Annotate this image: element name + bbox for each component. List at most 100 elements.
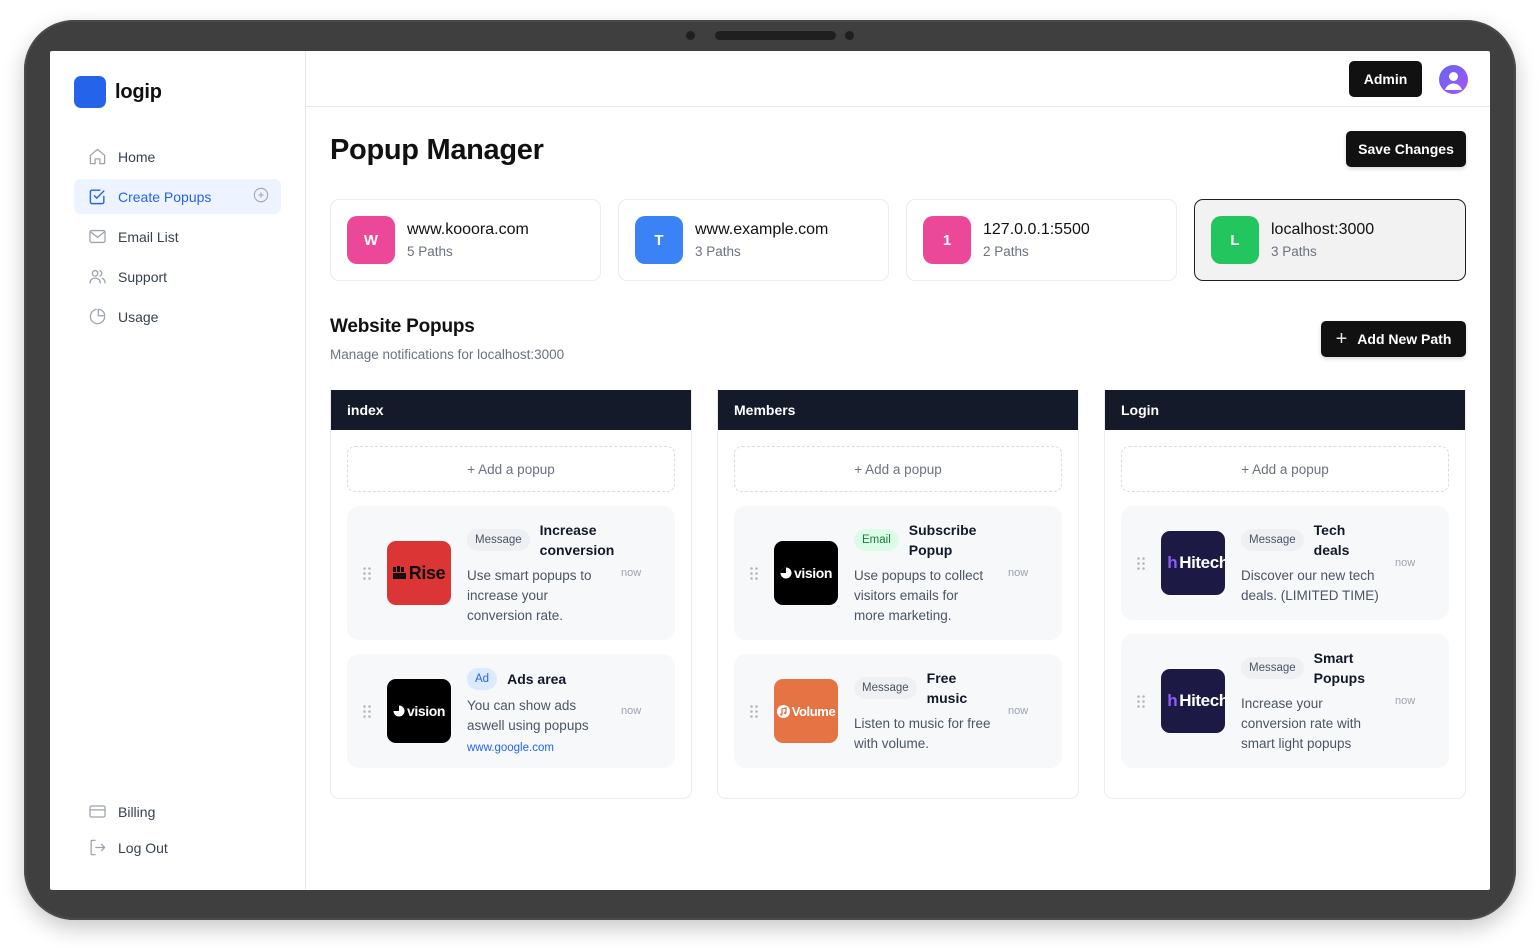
popup-title: Smart Popups bbox=[1313, 650, 1366, 686]
popup-card[interactable]: h Hitech Message Tech deals Discover our … bbox=[1121, 506, 1449, 620]
popup-type-tag: Ad bbox=[467, 668, 498, 690]
popup-body: Message Tech deals Discover our new tech… bbox=[1241, 520, 1379, 606]
popup-card[interactable]: vision Email Subscribe Popup Use popups … bbox=[734, 506, 1062, 640]
save-changes-button[interactable]: Save Changes bbox=[1346, 131, 1466, 167]
website-card[interactable]: T www.example.com 3 Paths bbox=[618, 199, 889, 281]
popup-body: Message Smart Popups Increase your conve… bbox=[1241, 648, 1379, 754]
path-column: Members + Add a popup vision Email Subsc… bbox=[717, 390, 1079, 799]
app-screen: logip Home Create Popups Email List Supp… bbox=[50, 51, 1490, 890]
speaker-grille bbox=[715, 31, 836, 40]
plus-circle-icon[interactable] bbox=[253, 187, 269, 206]
popup-body: Message Increase conversion Use smart po… bbox=[467, 520, 614, 626]
sidebar-nav: Home Create Popups Email List Support Us… bbox=[74, 139, 281, 339]
site-info: www.example.com 3 Paths bbox=[695, 221, 828, 259]
popup-card[interactable]: Volume Message Free music Listen to musi… bbox=[734, 654, 1062, 768]
popup-link[interactable]: www.google.com bbox=[467, 742, 605, 754]
column-header[interactable]: Members bbox=[718, 390, 1078, 430]
main-content: Admin Popup Manager Save Changes W www.k… bbox=[306, 51, 1490, 890]
credit-card-icon bbox=[87, 802, 107, 822]
sidebar-item-label: Email List bbox=[118, 228, 179, 245]
user-avatar-icon[interactable] bbox=[1439, 65, 1468, 94]
sidebar-item-usage[interactable]: Usage bbox=[74, 299, 281, 334]
drag-handle-icon[interactable] bbox=[347, 704, 387, 718]
site-path-count: 2 Paths bbox=[983, 244, 1029, 259]
add-new-path-button[interactable]: + Add New Path bbox=[1321, 321, 1466, 357]
popup-title: Subscribe Popup bbox=[908, 522, 977, 558]
popup-body: Ad Ads area You can show ads aswell usin… bbox=[467, 668, 605, 754]
site-name: localhost:3000 bbox=[1271, 221, 1375, 238]
popup-card[interactable]: vision Ad Ads area You can show ads aswe… bbox=[347, 654, 675, 768]
popup-time: now bbox=[1395, 557, 1416, 569]
website-list: W www.kooora.com 5 Paths T www.example.c… bbox=[330, 199, 1466, 281]
sidebar-item-support[interactable]: Support bbox=[74, 259, 281, 294]
add-popup-button[interactable]: + Add a popup bbox=[734, 446, 1062, 492]
sidebar-item-label: Create Popups bbox=[118, 188, 212, 205]
website-card[interactable]: W www.kooora.com 5 Paths bbox=[330, 199, 601, 281]
plus-icon: + bbox=[1335, 328, 1348, 350]
popup-title: Increase conversion bbox=[539, 522, 615, 558]
sidebar-item-label: Home bbox=[118, 148, 156, 165]
site-initial-badge: 1 bbox=[923, 216, 971, 264]
popup-brand-logo: vision bbox=[774, 541, 838, 605]
popup-type-tag: Message bbox=[467, 529, 530, 551]
sidebar-item-create-popups[interactable]: Create Popups bbox=[74, 179, 281, 214]
camera-dot bbox=[686, 31, 695, 40]
sidebar-item-label: Support bbox=[118, 268, 168, 285]
site-name: www.kooora.com bbox=[407, 221, 529, 238]
popup-type-tag: Message bbox=[1241, 529, 1304, 551]
popup-body: Email Subscribe Popup Use popups to coll… bbox=[854, 520, 992, 626]
popup-time: now bbox=[1008, 705, 1029, 717]
sidebar: logip Home Create Popups Email List Supp… bbox=[50, 51, 306, 890]
website-card[interactable]: L localhost:3000 3 Paths bbox=[1194, 199, 1466, 281]
sidebar-item-billing[interactable]: Billing bbox=[74, 794, 281, 829]
popup-body: Message Free music Listen to music for f… bbox=[854, 668, 992, 754]
column-header[interactable]: index bbox=[331, 390, 691, 430]
site-path-count: 3 Paths bbox=[1271, 244, 1317, 259]
popup-description: Increase your conversion rate with smart… bbox=[1241, 696, 1362, 751]
mail-icon bbox=[87, 227, 107, 247]
popup-type-tag: Message bbox=[1241, 657, 1304, 679]
checkbox-icon bbox=[87, 187, 107, 207]
sidebar-item-logout[interactable]: Log Out bbox=[74, 830, 281, 865]
top-bar: Admin bbox=[306, 51, 1490, 107]
sidebar-item-home[interactable]: Home bbox=[74, 139, 281, 174]
add-popup-button[interactable]: + Add a popup bbox=[1121, 446, 1449, 492]
popup-card[interactable]: h Hitech Message Smart Popups Increase yo… bbox=[1121, 634, 1449, 768]
drag-handle-icon[interactable] bbox=[734, 704, 774, 718]
website-card[interactable]: 1 127.0.0.1:5500 2 Paths bbox=[906, 199, 1177, 281]
popup-time: now bbox=[1395, 695, 1416, 707]
admin-button[interactable]: Admin bbox=[1349, 61, 1422, 97]
camera-dot bbox=[845, 31, 854, 40]
site-path-count: 5 Paths bbox=[407, 244, 453, 259]
popup-description: Use smart popups to increase your conver… bbox=[467, 568, 592, 623]
drag-handle-icon[interactable] bbox=[347, 566, 387, 580]
site-path-count: 3 Paths bbox=[695, 244, 741, 259]
sidebar-item-email-list[interactable]: Email List bbox=[74, 219, 281, 254]
column-header[interactable]: Login bbox=[1105, 390, 1465, 430]
sidebar-item-label: Usage bbox=[118, 308, 159, 325]
sidebar-item-label: Billing bbox=[118, 803, 156, 820]
add-new-path-label: Add New Path bbox=[1357, 331, 1452, 347]
section-title: Website Popups bbox=[330, 316, 475, 337]
users-icon bbox=[87, 267, 107, 287]
popup-title: Ads area bbox=[507, 671, 567, 687]
sidebar-bottom-nav: Billing Log Out bbox=[74, 794, 281, 866]
popup-type-tag: Message bbox=[854, 677, 917, 699]
drag-handle-icon[interactable] bbox=[1121, 694, 1161, 708]
popup-description: You can show ads aswell using popups bbox=[467, 698, 589, 733]
drag-handle-icon[interactable] bbox=[734, 566, 774, 580]
site-info: localhost:3000 3 Paths bbox=[1271, 221, 1374, 259]
popup-card[interactable]: Rise Message Increase conversion Use sma… bbox=[347, 506, 675, 640]
popup-brand-logo: Rise bbox=[387, 541, 451, 605]
site-name: www.example.com bbox=[695, 221, 829, 238]
device-frame: logip Home Create Popups Email List Supp… bbox=[24, 20, 1516, 920]
popup-type-tag: Email bbox=[854, 529, 899, 551]
popup-brand-logo: h Hitech bbox=[1161, 669, 1225, 733]
popup-brand-logo: h Hitech bbox=[1161, 531, 1225, 595]
brand[interactable]: logip bbox=[74, 76, 162, 108]
popup-title: Tech deals bbox=[1313, 522, 1350, 558]
site-initial-badge: T bbox=[635, 216, 683, 264]
drag-handle-icon[interactable] bbox=[1121, 556, 1161, 570]
add-popup-button[interactable]: + Add a popup bbox=[347, 446, 675, 492]
site-initial-badge: W bbox=[347, 216, 395, 264]
